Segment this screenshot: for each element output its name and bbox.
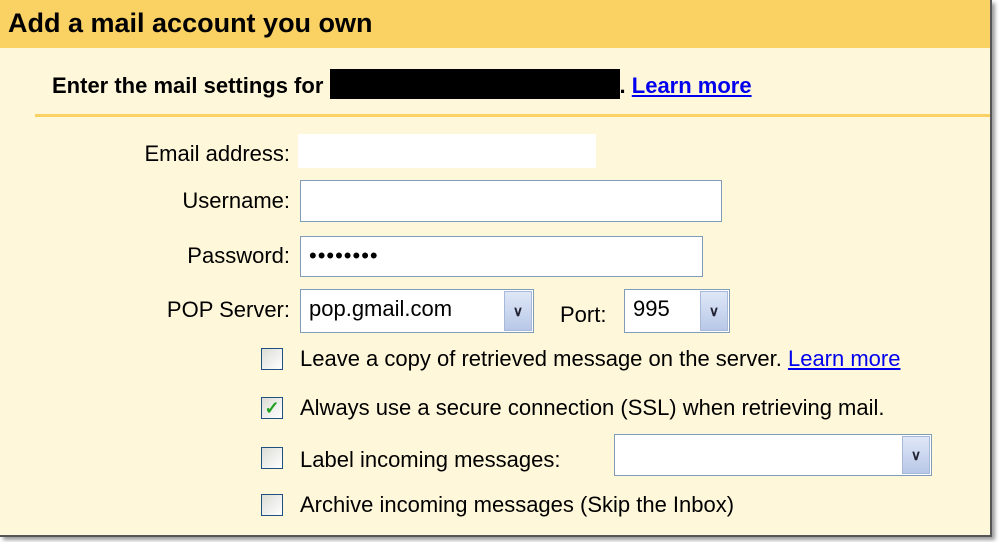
leave-copy-label: Leave a copy of retrieved message on the… bbox=[300, 346, 900, 372]
pop-server-value: pop.gmail.com bbox=[309, 296, 453, 321]
divider bbox=[35, 114, 990, 117]
port-label: Port: bbox=[560, 302, 607, 327]
chevron-down-icon[interactable]: ∨ bbox=[902, 436, 930, 474]
add-mail-account-dialog: Add a mail account you own Enter the mai… bbox=[0, 0, 992, 537]
archive-checkbox[interactable] bbox=[261, 494, 283, 516]
checkmark-icon: ✓ bbox=[264, 397, 280, 418]
username-input[interactable] bbox=[300, 180, 722, 222]
learn-more-link[interactable]: Learn more bbox=[632, 73, 752, 98]
email-field[interactable] bbox=[298, 134, 596, 168]
chevron-down-icon[interactable]: ∨ bbox=[700, 291, 728, 331]
pop-server-label: POP Server: bbox=[166, 297, 290, 322]
password-input[interactable]: •••••••• bbox=[300, 236, 703, 277]
port-value: 995 bbox=[633, 296, 670, 321]
intro-text: Enter the mail settings for . Learn more bbox=[52, 69, 752, 99]
chevron-down-icon[interactable]: ∨ bbox=[504, 291, 532, 331]
username-label: Username: bbox=[182, 188, 290, 213]
dialog-title: Add a mail account you own bbox=[8, 8, 373, 38]
intro-label: Enter the mail settings for bbox=[52, 73, 324, 98]
password-label: Password: bbox=[187, 243, 290, 268]
redacted-email bbox=[329, 69, 620, 99]
label-incoming-label: Label incoming messages: bbox=[300, 447, 561, 472]
intro-suffix: . bbox=[619, 73, 626, 98]
port-select[interactable]: 995 ∨ bbox=[624, 289, 730, 333]
label-incoming-checkbox[interactable] bbox=[261, 447, 283, 469]
learn-more-link-2[interactable]: Learn more bbox=[788, 346, 901, 371]
ssl-checkbox[interactable]: ✓ bbox=[261, 397, 283, 419]
archive-label: Archive incoming messages (Skip the Inbo… bbox=[300, 492, 735, 517]
ssl-label: Always use a secure connection (SSL) whe… bbox=[300, 395, 885, 420]
label-select[interactable]: ∨ bbox=[614, 434, 932, 476]
pop-server-select[interactable]: pop.gmail.com ∨ bbox=[300, 289, 534, 333]
option-label: Leave a copy of retrieved message on the… bbox=[300, 346, 782, 371]
email-label: Email address: bbox=[144, 141, 290, 166]
leave-copy-checkbox[interactable] bbox=[261, 348, 283, 370]
